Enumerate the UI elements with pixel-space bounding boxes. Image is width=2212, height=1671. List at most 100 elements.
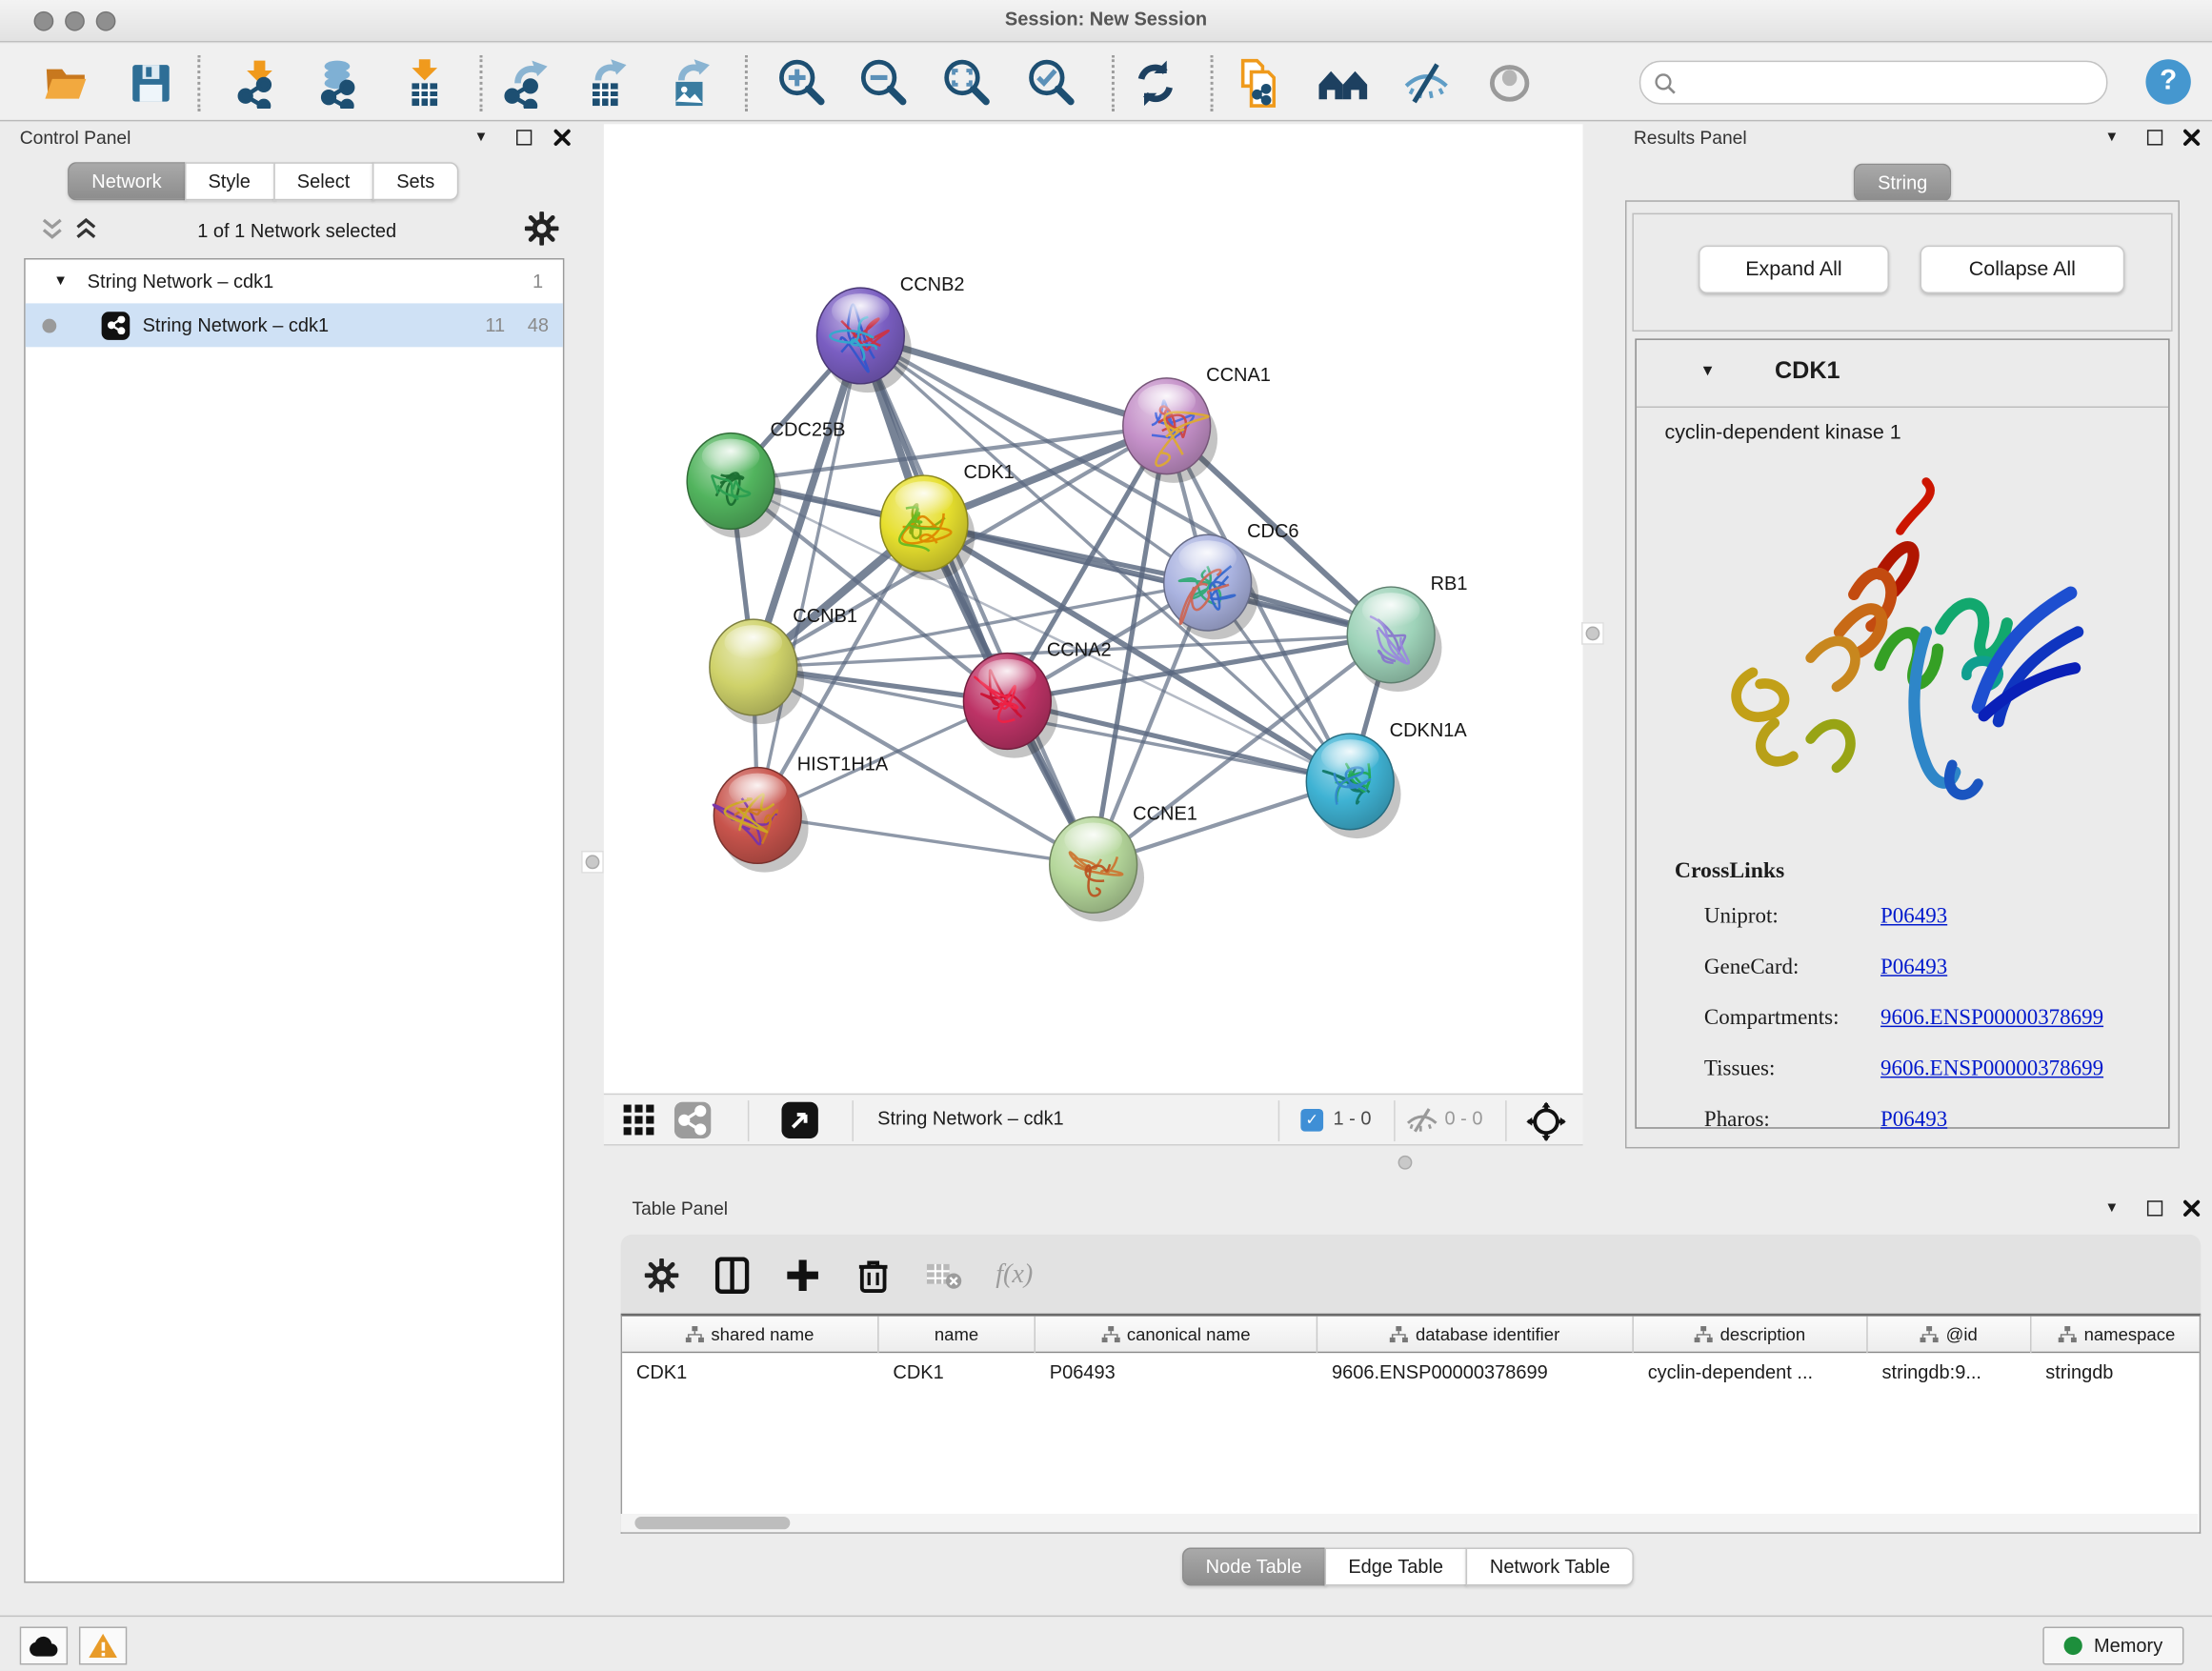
node-CCNA2[interactable] (963, 654, 1057, 758)
collapse-all-button[interactable]: Collapse All (1920, 246, 2125, 293)
birds-eye-view-icon[interactable] (781, 1102, 818, 1143)
tab-network-table[interactable]: Network Table (1466, 1548, 1635, 1586)
tab-style[interactable]: Style (184, 162, 274, 200)
node-HIST1H1A[interactable] (714, 768, 809, 873)
close-table-icon[interactable] (2182, 1199, 2201, 1222)
column-header-canonical-name[interactable]: canonical name (1036, 1317, 1317, 1354)
selected-checkbox-icon[interactable]: ✓ (1300, 1109, 1323, 1132)
tab-node-table[interactable]: Node Table (1181, 1548, 1325, 1586)
network-options-gear-icon[interactable] (525, 211, 559, 250)
zoom-selected-icon[interactable] (1024, 56, 1077, 110)
collapse-results-icon[interactable]: ▼ (2105, 130, 2120, 145)
houses-icon[interactable] (1317, 56, 1370, 110)
crosslink-value-link[interactable]: 9606.ENSP00000378699 (1880, 1057, 2103, 1082)
save-session-icon[interactable] (124, 56, 177, 110)
node-CCNE1[interactable] (1050, 816, 1144, 921)
left-splitter-handle[interactable] (581, 851, 604, 874)
right-splitter-handle[interactable] (1581, 622, 1604, 645)
first-neighbors-icon[interactable] (1232, 56, 1285, 110)
close-panel-icon[interactable] (553, 129, 572, 151)
control-panel-title: Control Panel (20, 127, 131, 148)
node-RB1[interactable] (1347, 587, 1441, 692)
crosslink-value-link[interactable]: P06493 (1880, 956, 1947, 981)
import-table-icon[interactable] (398, 56, 452, 110)
help-button[interactable]: ? (2145, 59, 2190, 104)
node-label-CDK1: CDK1 (963, 462, 1014, 483)
expand-all-button[interactable]: Expand All (1699, 246, 1889, 293)
status-bar: Memory (0, 1616, 2212, 1671)
zoom-in-icon[interactable] (774, 56, 828, 110)
search-input[interactable] (1683, 65, 2092, 100)
add-column-icon[interactable] (778, 1252, 826, 1299)
network-row-selected[interactable]: String Network – cdk1 11 48 (26, 303, 563, 347)
open-file-icon[interactable] (39, 56, 92, 110)
tab-edge-table[interactable]: Edge Table (1324, 1548, 1467, 1586)
show-columns-icon[interactable] (708, 1252, 755, 1299)
tab-sets[interactable]: Sets (372, 162, 458, 200)
network-label: String Network – cdk1 (143, 314, 330, 335)
horizontal-splitter-handle[interactable] (1394, 1151, 1417, 1174)
node-CDC25B[interactable] (687, 433, 781, 538)
export-network-icon[interactable] (499, 56, 553, 110)
column-header-namespace[interactable]: namespace (2031, 1317, 2201, 1354)
column-header-database-identifier[interactable]: database identifier (1317, 1317, 1634, 1354)
cell-shared-name[interactable]: CDK1 (622, 1353, 879, 1392)
import-network-file-icon[interactable] (232, 56, 286, 110)
cell-namespace[interactable]: stringdb (2031, 1353, 2201, 1392)
zoom-fit-icon[interactable] (939, 56, 993, 110)
grid-view-icon[interactable] (624, 1105, 655, 1140)
table-panel-title: Table Panel (632, 1198, 728, 1218)
table-gear-icon[interactable] (637, 1252, 685, 1299)
node-CDKN1A[interactable] (1306, 734, 1400, 838)
import-network-database-icon[interactable] (313, 56, 367, 110)
crosslink-value-link[interactable]: P06493 (1880, 904, 1947, 930)
gene-collapse-icon[interactable]: ▼ (1699, 363, 1715, 380)
column-header-shared-name[interactable]: shared name (622, 1317, 879, 1354)
float-panel-icon[interactable] (516, 130, 532, 145)
cell--id[interactable]: stringdb:9... (1868, 1353, 2032, 1392)
node-CCNB2[interactable] (816, 288, 911, 393)
zoom-out-icon[interactable] (856, 56, 910, 110)
node-CDK1[interactable] (880, 475, 975, 580)
node-label-CDC25B: CDC25B (771, 420, 846, 441)
tab-network[interactable]: Network (68, 162, 186, 200)
memory-button[interactable]: Memory (2043, 1626, 2184, 1664)
table-row[interactable]: CDK1CDK1P064939606.ENSP00000378699cyclin… (622, 1353, 2200, 1392)
delete-column-trash-icon[interactable] (850, 1252, 897, 1299)
cell-database-identifier[interactable]: 9606.ENSP00000378699 (1317, 1353, 1634, 1392)
export-image-icon[interactable] (663, 56, 716, 110)
collapse-panel-icon[interactable]: ▼ (474, 130, 489, 145)
refresh-icon[interactable] (1129, 56, 1182, 110)
network-canvas[interactable]: CCNB2CCNA1CDC25BCDK1CDC6RB1CCNB1CCNA2CDK… (604, 124, 1583, 1093)
crosslink-value-link[interactable]: 9606.ENSP00000378699 (1880, 1006, 2103, 1032)
tab-select[interactable]: Select (273, 162, 374, 200)
node-CCNA1[interactable] (1123, 378, 1217, 483)
gene-section-header[interactable]: ▼ CDK1 (1637, 340, 2168, 408)
cell-description[interactable]: cyclin-dependent ... (1634, 1353, 1868, 1392)
show-all-eye-icon[interactable] (1484, 56, 1538, 110)
tab-string[interactable]: String (1854, 164, 1952, 202)
hide-selected-eye-icon[interactable] (1401, 56, 1455, 110)
column-header-name[interactable]: name (879, 1317, 1036, 1354)
cloud-button[interactable] (20, 1626, 68, 1664)
tree-expand-icon[interactable]: ▼ (53, 273, 68, 289)
fit-selected-crosshair-icon[interactable] (1526, 1102, 1565, 1146)
float-table-icon[interactable] (2147, 1200, 2162, 1216)
node-label-CCNB1: CCNB1 (793, 606, 857, 627)
export-table-icon[interactable] (580, 56, 633, 110)
string-network-graph[interactable]: CCNB2CCNA1CDC25BCDK1CDC6RB1CCNB1CCNA2CDK… (604, 124, 1583, 1093)
cell-canonical-name[interactable]: P06493 (1036, 1353, 1317, 1392)
network-view-type-icon[interactable] (674, 1102, 712, 1143)
float-results-icon[interactable] (2147, 130, 2162, 145)
selected-count-badge: 1 - 0 (1333, 1108, 1371, 1129)
table-hscrollbar-thumb[interactable] (634, 1517, 790, 1529)
crosslink-value-link[interactable]: P06493 (1880, 1108, 1947, 1134)
function-builder-icon: f(x) (991, 1252, 1038, 1299)
network-collection-row[interactable]: ▼ String Network – cdk1 1 (26, 259, 563, 303)
column-header--id[interactable]: @id (1868, 1317, 2032, 1354)
cell-name[interactable]: CDK1 (879, 1353, 1036, 1392)
column-header-description[interactable]: description (1634, 1317, 1868, 1354)
warning-button[interactable] (79, 1626, 127, 1664)
collapse-table-icon[interactable]: ▼ (2105, 1200, 2120, 1216)
close-results-icon[interactable] (2182, 129, 2201, 151)
